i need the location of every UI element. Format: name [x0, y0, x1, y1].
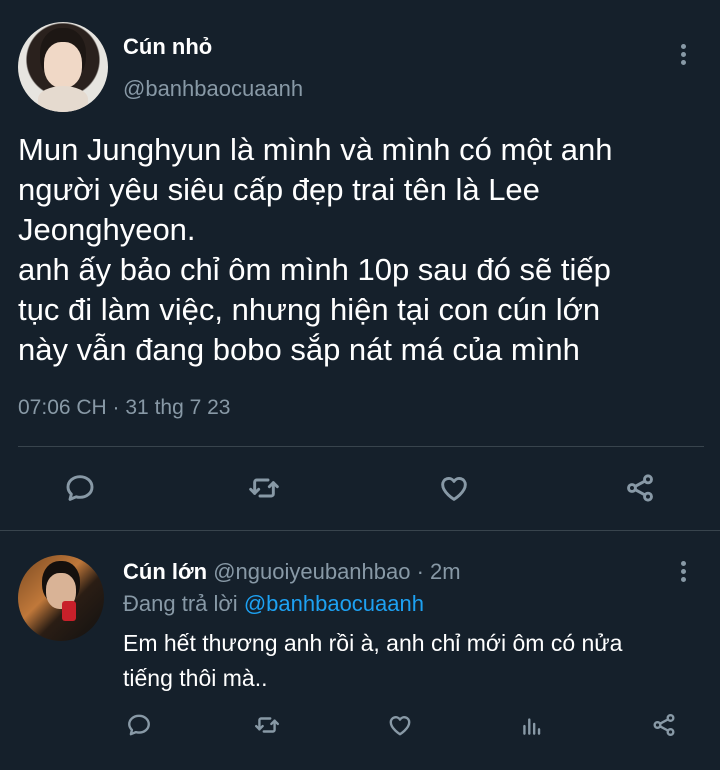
reply-time: 2m	[430, 559, 461, 584]
like-button[interactable]	[385, 710, 415, 740]
share-icon	[627, 474, 653, 502]
reply-icon	[128, 714, 150, 736]
reply-tweet[interactable]: Cún lớn @nguoiyeubanhbao · 2m Đang trả l…	[0, 530, 720, 770]
more-options-icon[interactable]	[680, 561, 686, 585]
reply-icon	[66, 475, 94, 501]
reply-text-line: tiếng thôi mà..	[123, 665, 268, 691]
retweet-icon	[254, 717, 280, 733]
share-button[interactable]	[649, 710, 679, 740]
share-button[interactable]	[622, 470, 658, 506]
share-icon	[653, 713, 675, 737]
tweet-text: Mun Junghyun là mình và mình có một anh …	[18, 130, 708, 370]
tweet-text-line: Jeonghyeon.	[18, 212, 196, 247]
divider	[18, 446, 704, 447]
replying-to: Đang trả lời @banhbaocuaanh	[123, 591, 424, 617]
author-avatar[interactable]	[18, 22, 108, 112]
like-icon	[389, 716, 411, 736]
author-handle[interactable]: @banhbaocuaanh	[123, 76, 303, 102]
like-icon	[441, 477, 467, 501]
main-tweet: Cún nhỏ @banhbaocuaanh Mun Junghyun là m…	[0, 0, 720, 530]
reply-handle[interactable]: @nguoiyeubanhbao	[213, 559, 410, 584]
retweet-button[interactable]	[246, 470, 282, 506]
like-button[interactable]	[436, 470, 472, 506]
tweet-text-line: anh ấy bảo chỉ ôm mình 10p sau đó sẽ tiế…	[18, 252, 611, 287]
tweet-text-line: Mun Junghyun là mình và mình có một anh	[18, 132, 613, 167]
stats-button[interactable]	[517, 710, 547, 740]
meta-separator: ·	[410, 559, 431, 584]
reply-author-avatar[interactable]	[18, 555, 104, 641]
tweet-text-line: người yêu siêu cấp đẹp trai tên là Lee	[18, 172, 540, 207]
reply-text: Em hết thương anh rồi à, anh chỉ mới ôm …	[123, 626, 713, 696]
retweet-button[interactable]	[252, 710, 282, 740]
replying-mention-link[interactable]: @banhbaocuaanh	[244, 591, 424, 616]
more-options-icon[interactable]	[680, 44, 686, 68]
tweet-text-line: tục đi làm việc, nhưng hiện tại con cún …	[18, 292, 601, 327]
reply-text-line: Em hết thương anh rồi à, anh chỉ mới ôm …	[123, 630, 623, 656]
replying-prefix: Đang trả lời	[123, 591, 238, 616]
reply-button[interactable]	[124, 710, 154, 740]
reply-button[interactable]	[62, 470, 98, 506]
stats-icon	[523, 718, 541, 735]
retweet-icon	[249, 478, 279, 498]
tweet-timestamp[interactable]: 07:06 CH · 31 thg 7 23	[18, 396, 230, 420]
author-display-name[interactable]: Cún nhỏ	[123, 34, 212, 60]
reply-display-name[interactable]: Cún lớn	[123, 559, 207, 584]
tweet-text-line: này vẫn đang bobo sắp nát má của mình	[18, 332, 580, 367]
reply-header: Cún lớn @nguoiyeubanhbao · 2m	[123, 559, 461, 585]
